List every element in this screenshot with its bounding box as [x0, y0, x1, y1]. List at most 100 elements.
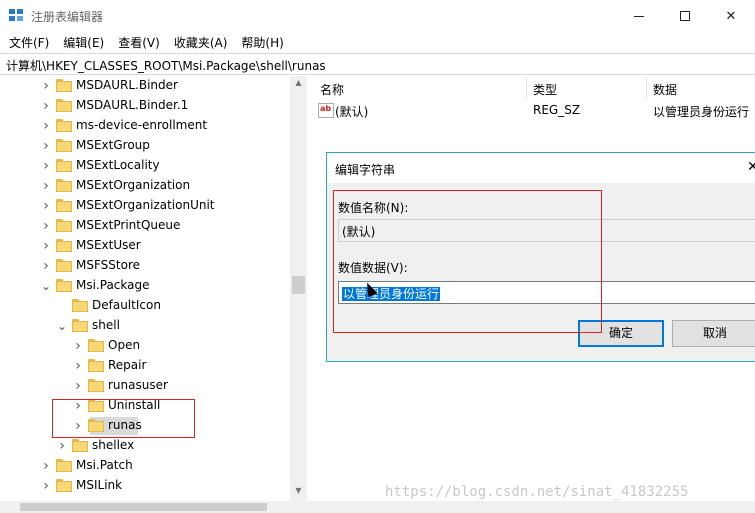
folder-icon [56, 479, 72, 492]
folder-icon [72, 439, 88, 452]
watermark: https://blog.csdn.net/sinat_41832255 [385, 484, 689, 500]
value-name: (默认) [335, 105, 369, 119]
chevron-right-icon[interactable]: › [56, 439, 68, 453]
chevron-right-icon[interactable]: › [72, 379, 84, 393]
folder-icon [72, 319, 88, 332]
column-name[interactable]: 名称 [320, 81, 344, 98]
tree-item-label: MSExtLocality [76, 158, 160, 172]
tree-item-label: MSExtPrintQueue [76, 218, 181, 232]
tree-item[interactable]: › MSExtOrganizationUnit [0, 196, 290, 216]
regedit-app-icon [9, 9, 25, 24]
chevron-right-icon[interactable]: › [40, 79, 52, 93]
chevron-right-icon[interactable]: › [40, 219, 52, 233]
tree-item[interactable]: › MSILink [0, 476, 290, 496]
value-type: REG_SZ [533, 103, 581, 117]
maximize-icon[interactable] [662, 0, 708, 32]
tree-item[interactable]: › MSExtGroup [0, 136, 290, 156]
hscroll-thumb[interactable] [20, 503, 267, 511]
folder-icon [56, 459, 72, 472]
tree-item-label: MSDAURL.Binder.1 [76, 98, 189, 112]
chevron-right-icon[interactable]: › [40, 259, 52, 273]
column-data[interactable]: 数据 [653, 81, 677, 98]
annotation-box-tree [52, 399, 195, 438]
tree-item[interactable]: DefaultIcon [0, 296, 290, 316]
tree-item-label: MSExtGroup [76, 138, 150, 152]
dialog-title-bar: 编辑字符串 ✕ [327, 153, 755, 183]
folder-icon [56, 139, 72, 152]
tree-item-label: MSFSStore [76, 258, 140, 272]
folder-icon [56, 99, 72, 112]
menu-edit[interactable]: 编辑(E) [63, 32, 104, 52]
tree-item-label: shellex [92, 438, 135, 452]
menu-favorites[interactable]: 收藏夹(A) [174, 32, 228, 52]
tree-item[interactable]: › MSExtUser [0, 236, 290, 256]
chevron-right-icon[interactable]: › [40, 459, 52, 473]
cancel-button[interactable]: 取消 [672, 320, 755, 347]
chevron-right-icon[interactable]: › [40, 199, 52, 213]
tree-item-label: MSILink [76, 478, 123, 492]
folder-icon [56, 259, 72, 272]
tree-item[interactable]: › shellex [0, 436, 290, 456]
tree-item-label: ms-device-enrollment [76, 118, 208, 132]
menu-view[interactable]: 查看(V) [118, 32, 160, 52]
tree-item[interactable]: › MSDAURL.Binder.1 [0, 96, 290, 116]
folder-icon [56, 79, 72, 92]
tree-item-label: shell [92, 318, 120, 332]
dialog-close-icon[interactable]: ✕ [747, 159, 755, 175]
chevron-right-icon[interactable]: › [40, 99, 52, 113]
tree-item-label: Open [108, 338, 141, 352]
tree-item[interactable]: › Msi.Patch [0, 456, 290, 476]
value-data: 以管理员身份运行 [653, 105, 750, 119]
address-bar[interactable]: 计算机\HKEY_CLASSES_ROOT\Msi.Package\shell\… [0, 53, 755, 75]
folder-icon [72, 299, 88, 312]
menu-file[interactable]: 文件(F) [9, 32, 49, 52]
chevron-right-icon[interactable]: › [40, 239, 52, 253]
folder-icon [56, 199, 72, 212]
folder-icon [56, 119, 72, 132]
dialog-title: 编辑字符串 [335, 163, 396, 177]
chevron-down-icon[interactable]: ⌄ [56, 319, 68, 333]
tree-item[interactable]: › MSExtLocality [0, 156, 290, 176]
horizontal-scrollbar[interactable] [0, 501, 755, 513]
tree-item[interactable]: ⌄ shell [0, 316, 290, 336]
tree-item-label: Repair [108, 358, 147, 372]
folder-icon [88, 339, 104, 352]
minimize-icon[interactable] [616, 0, 662, 32]
scroll-up-icon[interactable]: ▲ [290, 78, 307, 87]
folder-icon [56, 159, 72, 172]
tree-item-label: MSExtOrganization [76, 178, 191, 192]
chevron-right-icon[interactable]: › [40, 139, 52, 153]
chevron-right-icon[interactable]: › [40, 159, 52, 173]
tree-item-label: Msi.Package [76, 278, 150, 292]
tree-item-label: Msi.Patch [76, 458, 133, 472]
folder-icon [88, 359, 104, 372]
title-bar: 注册表编辑器 ✕ [0, 0, 755, 32]
value-list-header: 名称 类型 数据 [308, 77, 755, 99]
value-row[interactable]: ab (默认) REG_SZ 以管理员身份运行 [308, 101, 755, 121]
tree-scrollbar[interactable]: ▲ ▼ [290, 76, 307, 501]
tree-item[interactable]: › MSExtPrintQueue [0, 216, 290, 236]
tree-item[interactable]: › Open [0, 336, 290, 356]
tree-item[interactable]: ⌄ Msi.Package [0, 276, 290, 296]
scroll-thumb[interactable] [292, 276, 305, 294]
chevron-right-icon[interactable]: › [40, 479, 52, 493]
menu-help[interactable]: 帮助(H) [241, 32, 283, 52]
chevron-right-icon[interactable]: › [72, 359, 84, 373]
tree-item[interactable]: › MSFSStore [0, 256, 290, 276]
tree-item[interactable]: › Repair [0, 356, 290, 376]
close-icon[interactable]: ✕ [708, 0, 754, 32]
chevron-right-icon[interactable]: › [40, 179, 52, 193]
column-type[interactable]: 类型 [533, 81, 557, 98]
chevron-down-icon[interactable]: ⌄ [40, 279, 52, 293]
folder-icon [88, 379, 104, 392]
tree-item-label: runasuser [108, 378, 168, 392]
annotation-box-dialog [333, 190, 602, 333]
tree-item[interactable]: › MSExtOrganization [0, 176, 290, 196]
tree-item[interactable]: › MSDAURL.Binder [0, 76, 290, 96]
folder-icon [56, 219, 72, 232]
scroll-down-icon[interactable]: ▼ [290, 486, 307, 495]
chevron-right-icon[interactable]: › [40, 119, 52, 133]
tree-item[interactable]: › runasuser [0, 376, 290, 396]
tree-item[interactable]: › ms-device-enrollment [0, 116, 290, 136]
chevron-right-icon[interactable]: › [72, 339, 84, 353]
